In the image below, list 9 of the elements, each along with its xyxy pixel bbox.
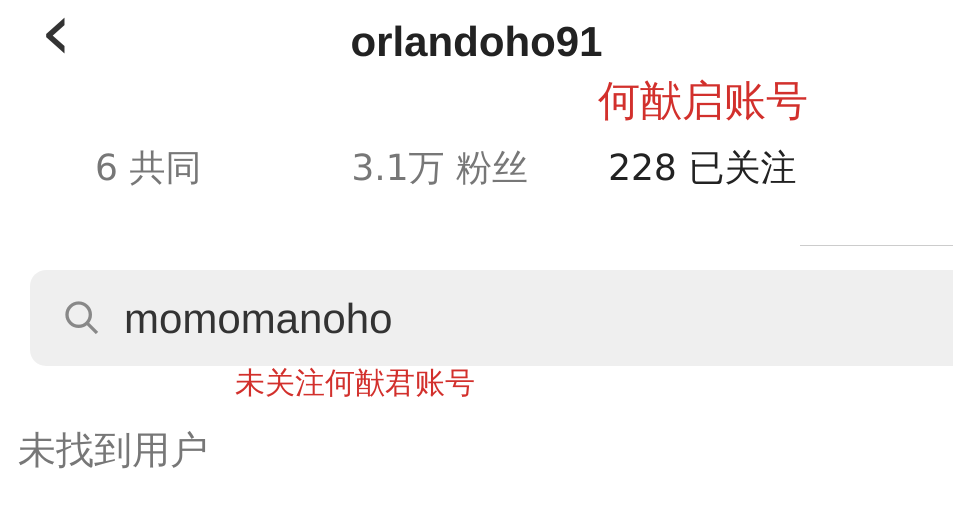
profile-stat[interactable]: 228 已关注 <box>608 142 796 196</box>
annotation-text: 何猷启账号 <box>598 80 808 127</box>
search-field[interactable]: momomanoho <box>30 270 953 366</box>
annotation-text: 未关注何猷君账号 <box>235 365 476 403</box>
account-title: orlandoho91 <box>350 16 603 66</box>
profile-stat[interactable]: 3.1万 粉丝 <box>351 142 528 196</box>
back-button[interactable]: ‹ <box>40 0 72 72</box>
empty-result-message: 未找到用户 <box>18 427 209 474</box>
profile-stat[interactable]: 6 共同 <box>95 142 202 196</box>
